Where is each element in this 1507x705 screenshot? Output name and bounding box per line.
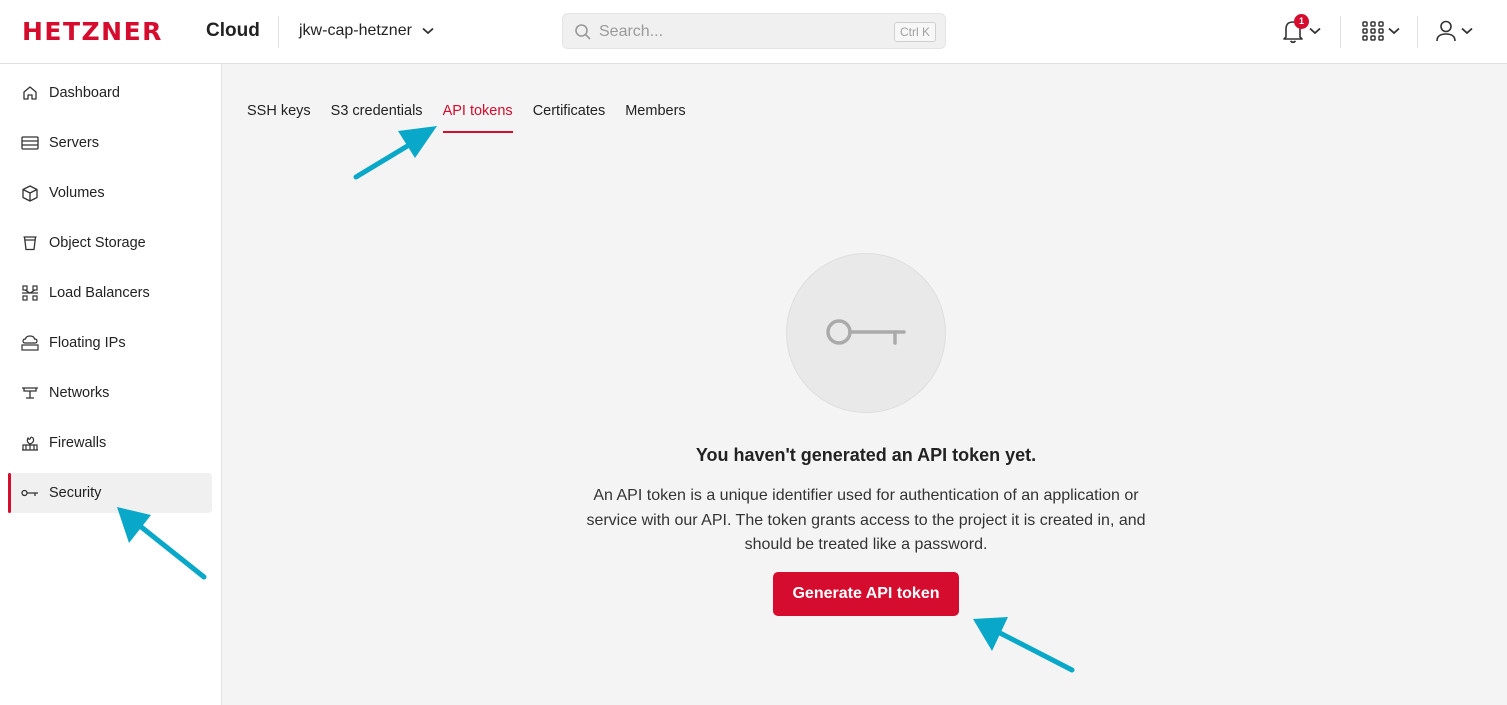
sidebar-item-label: Volumes bbox=[49, 185, 105, 201]
project-selector[interactable]: jkw-cap-hetzner bbox=[299, 21, 434, 41]
search-input[interactable] bbox=[599, 20, 879, 44]
header-divider bbox=[278, 16, 279, 48]
notification-badge: 1 bbox=[1294, 14, 1309, 29]
empty-state-title: You haven't generated an API token yet. bbox=[695, 445, 1037, 465]
cloud-ip-icon bbox=[20, 333, 40, 353]
bucket-icon bbox=[20, 233, 40, 253]
chevron-down-icon bbox=[1388, 27, 1400, 35]
annotation-arrows bbox=[117, 126, 1075, 673]
project-name: jkw-cap-hetzner bbox=[299, 22, 412, 39]
sidebar-item-load-balancers[interactable]: Load Balancers bbox=[8, 273, 212, 313]
empty-state-description: An API token is a unique identifier used… bbox=[586, 487, 1146, 553]
tab-ssh-keys[interactable]: SSH keys bbox=[247, 101, 311, 133]
sidebar: Dashboard Servers Volumes Object Storage… bbox=[0, 64, 222, 705]
sidebar-item-servers[interactable]: Servers bbox=[8, 123, 212, 163]
sidebar-item-floating-ips[interactable]: Floating IPs bbox=[8, 323, 212, 363]
key-icon bbox=[826, 319, 906, 345]
sidebar-item-label: Servers bbox=[49, 135, 99, 151]
empty-state-illustration bbox=[786, 253, 946, 413]
firewall-icon bbox=[20, 433, 40, 453]
cube-icon bbox=[20, 183, 40, 203]
tab-members[interactable]: Members bbox=[625, 101, 685, 133]
sidebar-item-label: Firewalls bbox=[49, 435, 107, 451]
chevron-down-icon bbox=[1461, 27, 1473, 35]
search-icon bbox=[575, 24, 591, 40]
sidebar-item-label: Networks bbox=[49, 385, 110, 401]
apps-menu-button[interactable] bbox=[1362, 21, 1400, 41]
sidebar-item-label: Floating IPs bbox=[49, 335, 126, 351]
sidebar-item-networks[interactable]: Networks bbox=[8, 373, 212, 413]
tab-certificates[interactable]: Certificates bbox=[533, 101, 606, 133]
product-name: Cloud bbox=[206, 20, 260, 41]
annotation-arrow-button bbox=[973, 617, 1075, 673]
header-divider bbox=[1340, 16, 1341, 48]
user-icon bbox=[1436, 20, 1456, 42]
generate-api-token-button[interactable]: Generate API token bbox=[773, 572, 959, 616]
sidebar-item-label: Security bbox=[49, 485, 102, 501]
hetzner-logo[interactable]: HETZNER bbox=[22, 19, 163, 45]
chevron-down-icon bbox=[1309, 27, 1321, 35]
sidebar-item-label: Load Balancers bbox=[49, 285, 150, 301]
server-icon bbox=[20, 133, 40, 153]
grid-icon bbox=[1362, 21, 1384, 41]
search-box[interactable]: Ctrl K bbox=[562, 13, 946, 49]
bell-icon: 1 bbox=[1281, 14, 1309, 44]
network-icon bbox=[20, 383, 40, 403]
sidebar-item-object-storage[interactable]: Object Storage bbox=[8, 223, 212, 263]
tab-s3-credentials[interactable]: S3 credentials bbox=[331, 101, 423, 133]
home-icon bbox=[20, 83, 40, 103]
sidebar-item-security[interactable]: Security bbox=[8, 473, 212, 513]
load-balancer-icon bbox=[20, 283, 40, 303]
annotation-arrow-tabs bbox=[353, 126, 437, 180]
security-tabs: SSH keys S3 credentials API tokens Certi… bbox=[247, 101, 686, 133]
sidebar-item-label: Object Storage bbox=[49, 235, 146, 251]
notifications-button[interactable]: 1 bbox=[1281, 14, 1321, 44]
search-shortcut: Ctrl K bbox=[894, 22, 936, 42]
user-menu-button[interactable] bbox=[1435, 19, 1473, 43]
sidebar-item-firewalls[interactable]: Firewalls bbox=[8, 423, 212, 463]
key-icon bbox=[20, 483, 40, 503]
sidebar-item-dashboard[interactable]: Dashboard bbox=[8, 73, 212, 113]
tab-api-tokens[interactable]: API tokens bbox=[442, 101, 513, 133]
chevron-down-icon bbox=[422, 21, 434, 41]
sidebar-item-volumes[interactable]: Volumes bbox=[8, 173, 212, 213]
sidebar-item-label: Dashboard bbox=[49, 85, 120, 101]
top-header: HETZNER Cloud jkw-cap-hetzner Ctrl K 1 bbox=[0, 0, 1507, 64]
header-divider bbox=[1417, 16, 1418, 48]
